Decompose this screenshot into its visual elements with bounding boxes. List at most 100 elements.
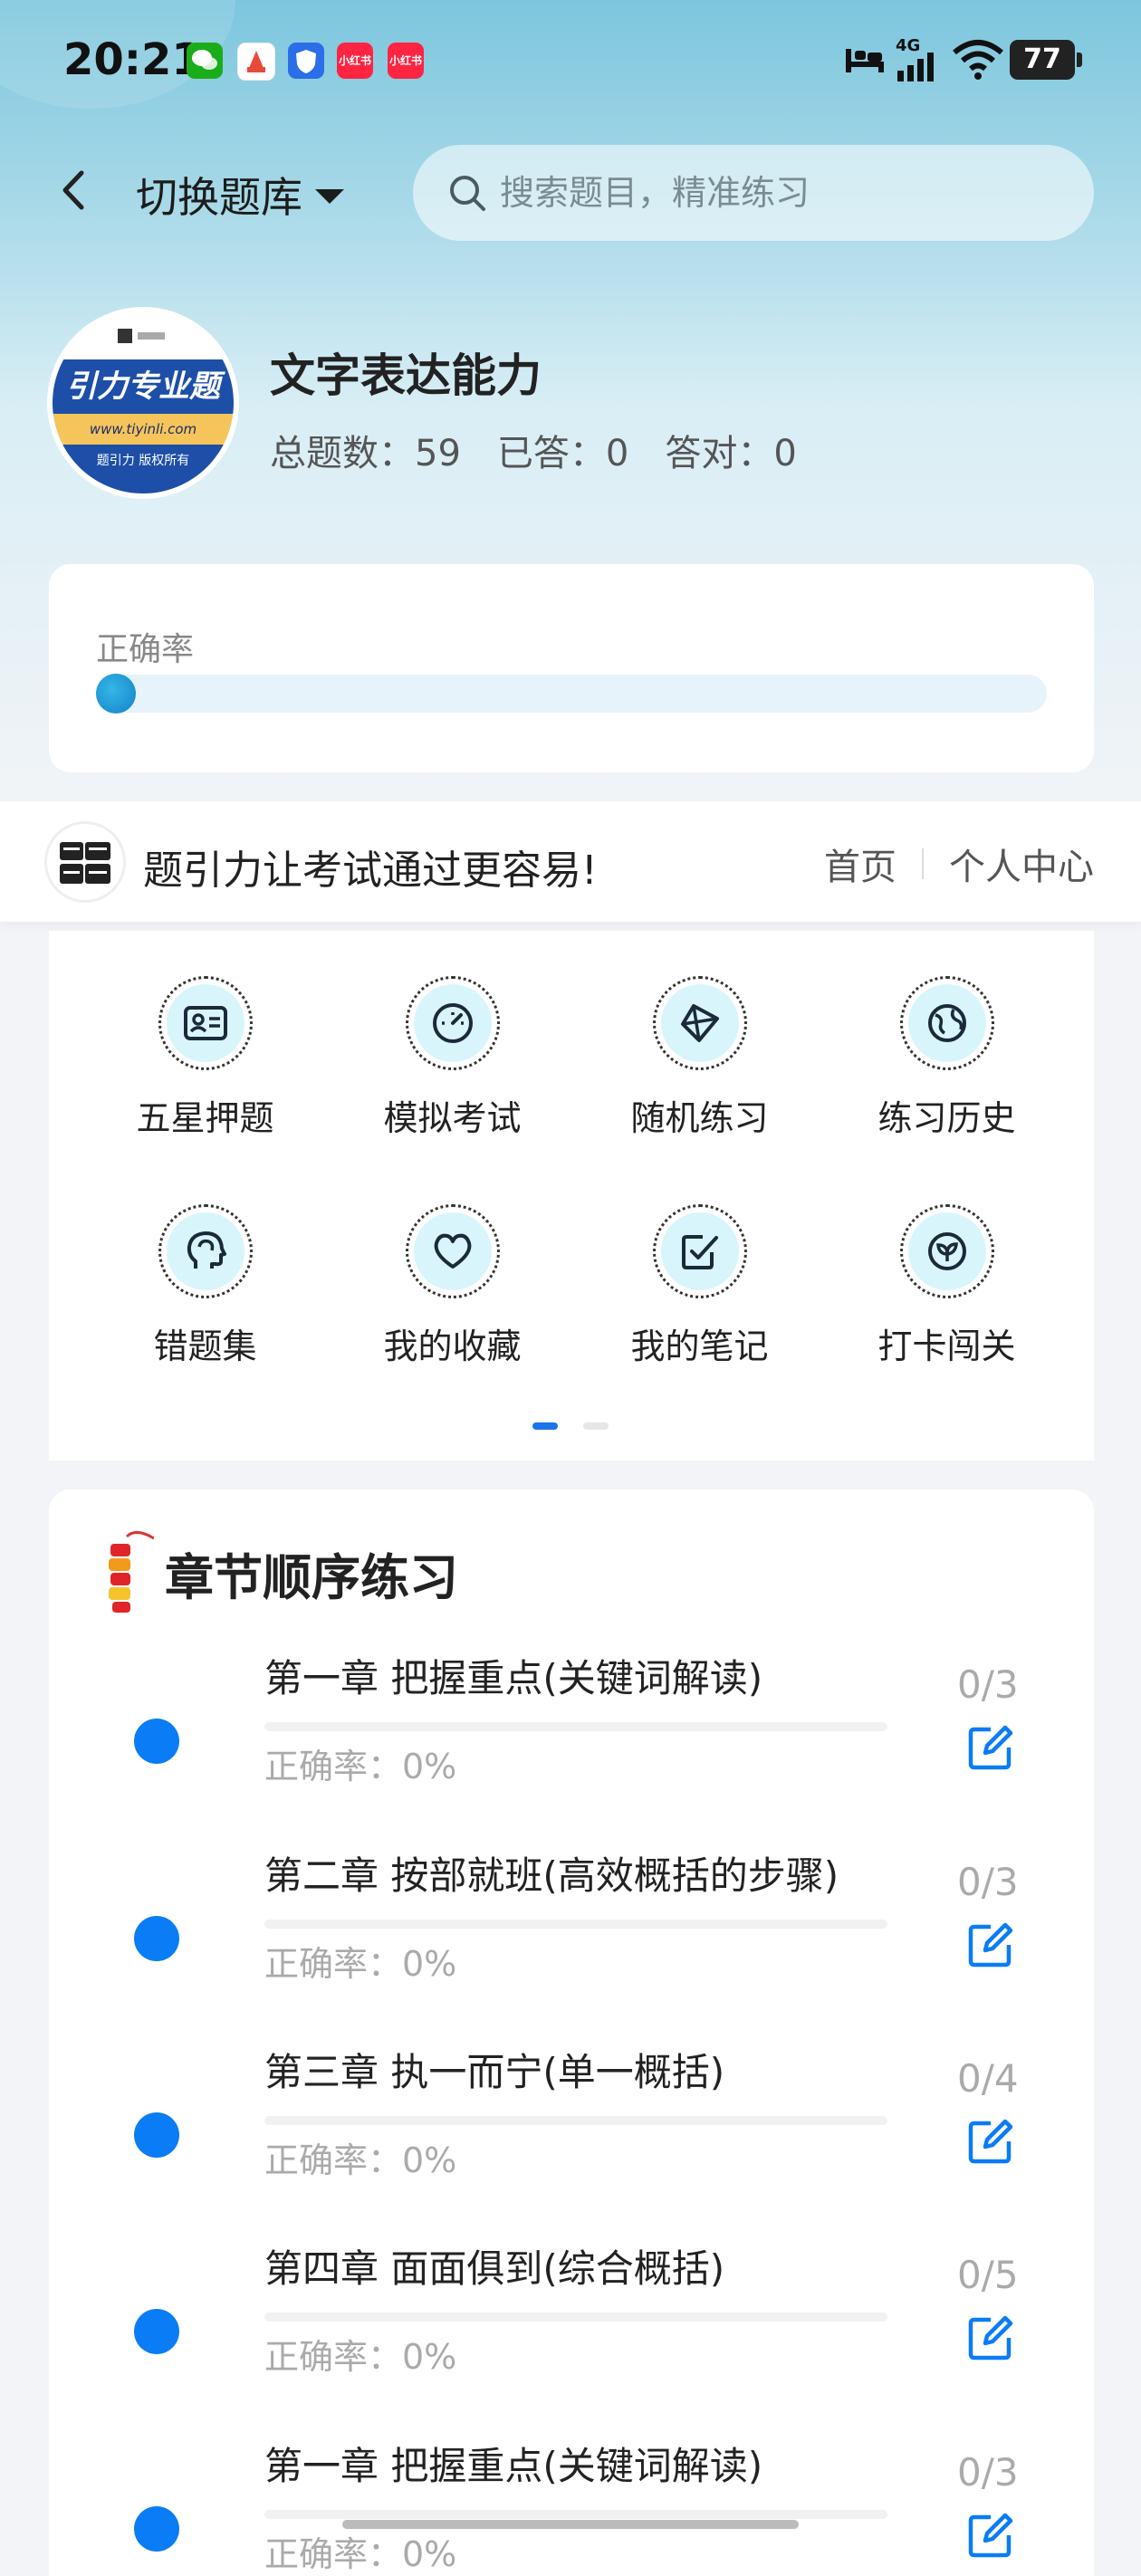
nav-divider bbox=[922, 848, 924, 879]
search-icon bbox=[450, 176, 485, 211]
chapter-accuracy: 正确率：0% bbox=[264, 2140, 457, 2180]
accuracy-progress-track bbox=[96, 675, 1047, 713]
chapter-name: 第一章 把握重点(关键词解读) bbox=[264, 2444, 763, 2488]
nav-profile-link[interactable]: 个人中心 bbox=[949, 838, 1094, 890]
chapter-count: 0/3 bbox=[957, 1860, 1019, 1904]
edit-icon[interactable] bbox=[964, 1720, 1018, 1775]
chapter-row[interactable]: 第一章 把握重点(关键词解读) 正确率：0% 0/3 bbox=[49, 1648, 1094, 1845]
feature-notes[interactable]: 我的笔记 bbox=[576, 1204, 823, 1432]
feature-random-practice[interactable]: 随机练习 bbox=[576, 976, 823, 1204]
head-icon bbox=[187, 1231, 226, 1269]
feature-grid-card: 五星押题 模拟考试 随机练习 练习历史 错题集 我的收藏 我的笔记 打卡闯关 bbox=[49, 931, 1094, 1460]
chapter-bullet bbox=[134, 2112, 179, 2158]
accuracy-progress-indicator bbox=[96, 674, 136, 713]
home-indicator[interactable] bbox=[342, 2520, 799, 2529]
edit-icon[interactable] bbox=[964, 2508, 1018, 2562]
feature-grid: 五星押题 模拟考试 随机练习 练习历史 错题集 我的收藏 我的笔记 打卡闯关 bbox=[49, 976, 1094, 1432]
edit-icon[interactable] bbox=[964, 1918, 1018, 1972]
chapter-name: 第一章 把握重点(关键词解读) bbox=[264, 1656, 763, 1700]
feature-checkin[interactable]: 打卡闯关 bbox=[823, 1204, 1070, 1432]
feature-label: 我的收藏 bbox=[383, 1326, 522, 1366]
chapter-count: 0/3 bbox=[957, 2450, 1019, 2495]
chapter-progress-bar bbox=[264, 2313, 887, 2322]
bank-logo: 引力专业题 www.tiyinli.com 题引力 版权所有 bbox=[53, 312, 234, 493]
chapter-section-header: 章节顺序练习 bbox=[100, 1527, 458, 1618]
chapter-count: 0/4 bbox=[957, 2056, 1019, 2101]
battery-indicator: 77 bbox=[1010, 40, 1082, 80]
switch-bank-button[interactable]: 切换题库 bbox=[136, 168, 344, 222]
checkbox-icon bbox=[681, 1235, 718, 1269]
back-arrow-icon[interactable] bbox=[53, 168, 98, 213]
switch-bank-label: 切换题库 bbox=[136, 173, 302, 222]
caret-down-icon bbox=[315, 189, 344, 204]
chapter-row[interactable]: 第三章 执一而宁(单一概括) 正确率：0% 0/4 bbox=[49, 2042, 1094, 2239]
leaf-icon bbox=[927, 1232, 966, 1270]
grid-pager bbox=[532, 1422, 609, 1430]
xiaohongshu-icon-2: 小红书 bbox=[388, 43, 424, 79]
feature-label: 错题集 bbox=[153, 1326, 257, 1366]
chapter-practice-card: 章节顺序练习 第一章 把握重点(关键词解读) 正确率：0% 0/3 第二章 按部… bbox=[49, 1489, 1094, 2576]
app-shield-icon bbox=[288, 43, 324, 79]
chapter-progress-bar bbox=[264, 1920, 887, 1929]
chapter-row[interactable]: 第一章 把握重点(关键词解读) 正确率：0% 0/3 bbox=[49, 2436, 1094, 2576]
accuracy-card: 正确率 bbox=[49, 564, 1094, 772]
feature-practice-history[interactable]: 练习历史 bbox=[823, 976, 1070, 1204]
search-bar[interactable] bbox=[413, 145, 1094, 241]
accuracy-label: 正确率 bbox=[96, 631, 195, 668]
feature-label: 五星押题 bbox=[136, 1098, 274, 1138]
logo-copyright: 题引力 版权所有 bbox=[53, 445, 234, 493]
wifi-icon bbox=[953, 40, 1003, 80]
xiaohongshu-icon: 小红书 bbox=[337, 43, 373, 79]
chapter-row[interactable]: 第四章 面面俱到(综合概括) 正确率：0% 0/5 bbox=[49, 2238, 1094, 2436]
answered-count: 已答：0 bbox=[496, 433, 629, 474]
chapter-progress-bar bbox=[264, 2510, 887, 2519]
feature-label: 模拟考试 bbox=[383, 1098, 522, 1138]
network-icon bbox=[680, 1004, 719, 1042]
total-count: 总题数：59 bbox=[270, 433, 461, 474]
chapter-progress-bar bbox=[264, 2116, 887, 2125]
bed-icon bbox=[846, 49, 884, 72]
pager-dot[interactable] bbox=[583, 1422, 609, 1430]
feature-label: 随机练习 bbox=[630, 1098, 769, 1138]
chapter-name: 第二章 按部就班(高效概括的步骤) bbox=[264, 1853, 839, 1898]
chapter-name: 第四章 面面俱到(综合概括) bbox=[264, 2246, 725, 2291]
correct-count: 答对：0 bbox=[665, 433, 797, 474]
chapter-section-title: 章节顺序练习 bbox=[165, 1548, 458, 1606]
feature-label: 打卡闯关 bbox=[877, 1326, 1016, 1366]
id-card-icon bbox=[183, 1006, 227, 1040]
app-a-icon bbox=[237, 43, 275, 81]
firecracker-icon bbox=[109, 1531, 154, 1613]
feature-five-star[interactable]: 五星押题 bbox=[82, 976, 329, 1204]
edit-icon[interactable] bbox=[964, 2114, 1018, 2169]
chapter-bullet bbox=[134, 2309, 179, 2354]
wechat-icon bbox=[187, 43, 223, 79]
feature-label: 我的笔记 bbox=[630, 1326, 769, 1366]
banner-nav: 首页 个人中心 bbox=[824, 838, 1094, 890]
chapter-accuracy: 正确率：0% bbox=[264, 2534, 457, 2574]
logo-title: 引力专业题 bbox=[53, 359, 234, 414]
brand-slogan: 题引力让考试通过更容易! bbox=[143, 847, 598, 894]
globe-icon bbox=[927, 1004, 966, 1042]
chapter-name: 第三章 执一而宁(单一概括) bbox=[264, 2050, 725, 2094]
chapter-progress-bar bbox=[264, 1722, 887, 1731]
chapter-bullet bbox=[134, 2506, 179, 2552]
search-input[interactable] bbox=[498, 172, 1081, 214]
chapter-accuracy: 正确率：0% bbox=[264, 1944, 457, 1984]
gauge-icon bbox=[432, 1003, 473, 1043]
bank-stats: 总题数：59 已答：0 答对：0 bbox=[270, 424, 797, 476]
feature-mock-exam[interactable]: 模拟考试 bbox=[329, 976, 576, 1204]
heart-icon bbox=[434, 1233, 471, 1269]
chapter-bullet bbox=[134, 1719, 179, 1764]
bank-name: 文字表达能力 bbox=[270, 350, 542, 402]
feature-favorites[interactable]: 我的收藏 bbox=[329, 1204, 576, 1432]
chapter-row[interactable]: 第二章 按部就班(高效概括的步骤) 正确率：0% 0/3 bbox=[49, 1845, 1094, 2043]
chapter-accuracy: 正确率：0% bbox=[264, 2337, 457, 2377]
pager-dot-active[interactable] bbox=[532, 1422, 558, 1430]
chapter-count: 0/5 bbox=[957, 2253, 1019, 2297]
status-bar: 20:21 小红书 小红书 4G 77 bbox=[0, 0, 1141, 122]
nav-home-link[interactable]: 首页 bbox=[824, 838, 896, 890]
edit-icon[interactable] bbox=[964, 2311, 1018, 2365]
signal-icon: 4G bbox=[892, 36, 946, 81]
chapter-count: 0/3 bbox=[957, 1662, 1019, 1707]
feature-wrong-questions[interactable]: 错题集 bbox=[82, 1204, 329, 1432]
